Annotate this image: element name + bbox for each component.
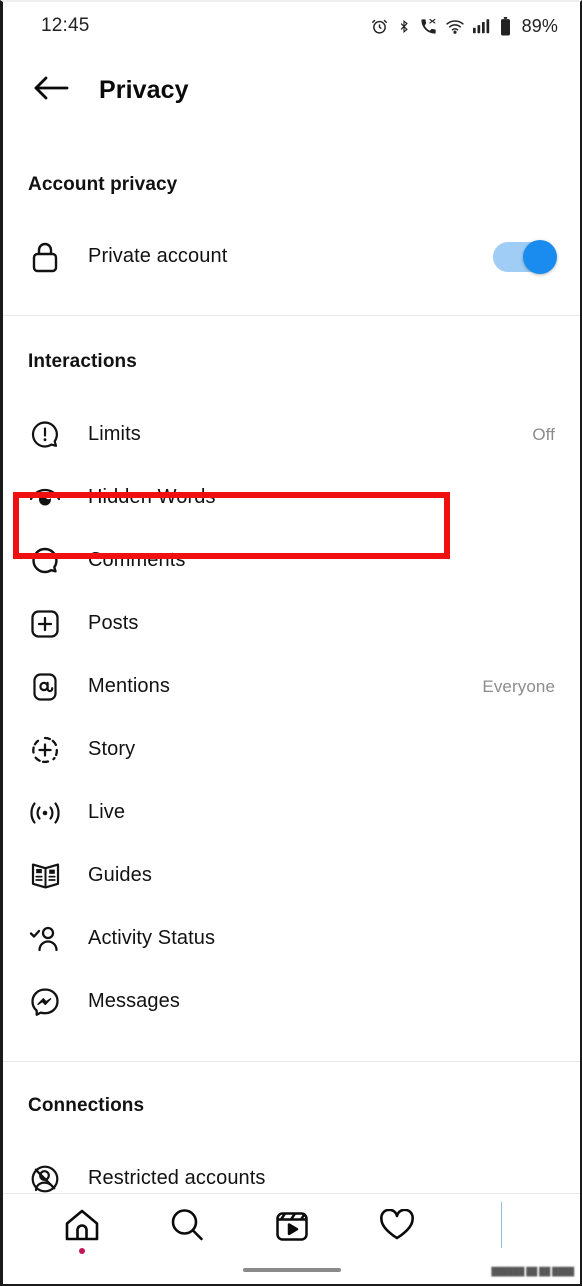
- alarm-icon: [371, 18, 388, 35]
- nav-reels[interactable]: [239, 1194, 344, 1256]
- nav-activity[interactable]: [344, 1194, 449, 1256]
- row-label-live: Live: [88, 801, 126, 823]
- row-comments[interactable]: Comments: [3, 529, 580, 592]
- row-hidden-words[interactable]: Hidden Words: [3, 466, 580, 529]
- bottom-nav-bar: ██████ ██ ██ ████: [3, 1193, 580, 1284]
- row-limits[interactable]: Limits Off: [3, 403, 580, 466]
- activity-status-icon: [28, 922, 62, 956]
- row-private-account[interactable]: Private account: [3, 225, 580, 288]
- row-label-story: Story: [88, 738, 136, 760]
- cellular-signal-icon: [472, 18, 491, 34]
- row-guides[interactable]: Guides: [3, 844, 580, 907]
- at-mention-icon: [28, 670, 62, 704]
- row-value-limits: Off: [532, 424, 555, 444]
- phone-screen: 12:45 89% Privacy Account privacy Privat…: [0, 0, 582, 1286]
- battery-icon: [500, 16, 511, 36]
- row-value-mentions: Everyone: [482, 676, 555, 696]
- row-activity-status[interactable]: Activity Status: [3, 907, 580, 970]
- section-interactions: Interactions Limits Off Hidden Words Com…: [3, 316, 580, 1062]
- section-title-connections: Connections: [28, 1095, 145, 1116]
- guides-book-icon: [28, 859, 62, 893]
- plus-square-icon: [28, 607, 62, 641]
- row-label-activity-status: Activity Status: [88, 927, 216, 949]
- status-clock: 12:45: [41, 15, 90, 36]
- back-arrow-icon: [32, 73, 70, 108]
- story-plus-icon: [28, 733, 62, 767]
- page-header: Privacy: [3, 54, 580, 126]
- live-broadcast-icon: [28, 796, 62, 830]
- bluetooth-icon: [397, 18, 411, 35]
- bottom-nav-items: [3, 1194, 580, 1256]
- row-label-restricted-accounts: Restricted accounts: [88, 1167, 266, 1189]
- row-mentions[interactable]: Mentions Everyone: [3, 655, 580, 718]
- limits-bubble-icon: [28, 418, 62, 452]
- toggle-knob: [523, 239, 557, 274]
- messenger-icon: [28, 985, 62, 1019]
- lock-icon: [28, 240, 62, 274]
- profile-avatar-icon: [501, 1202, 502, 1248]
- call-mute-icon: [420, 18, 437, 35]
- section-title-account-privacy: Account privacy: [28, 174, 178, 195]
- row-posts[interactable]: Posts: [3, 592, 580, 655]
- wifi-icon: [446, 19, 464, 34]
- restricted-account-icon: [28, 1162, 62, 1196]
- screenshot-watermark: ██████ ██ ██ ████: [491, 1267, 574, 1276]
- comment-bubble-icon: [28, 544, 62, 578]
- row-label-comments: Comments: [88, 549, 186, 571]
- status-bar: 12:45 89%: [3, 2, 580, 50]
- section-account-privacy: Account privacy Private account: [3, 130, 580, 316]
- row-label-limits: Limits: [88, 423, 141, 445]
- home-notification-dot: [78, 1248, 85, 1254]
- back-button[interactable]: [23, 73, 79, 108]
- row-live[interactable]: Live: [3, 781, 580, 844]
- status-icon-tray: 89%: [371, 16, 558, 37]
- home-icon: [64, 1208, 100, 1242]
- search-icon: [169, 1207, 205, 1243]
- row-label-messages: Messages: [88, 990, 180, 1012]
- eye-icon: [28, 481, 62, 515]
- nav-profile[interactable]: [449, 1194, 554, 1256]
- settings-list: Account privacy Private account Interact…: [3, 130, 580, 1255]
- nav-home[interactable]: [29, 1194, 134, 1256]
- gesture-home-indicator[interactable]: [242, 1268, 341, 1272]
- nav-search[interactable]: [134, 1194, 239, 1256]
- reels-icon: [275, 1208, 309, 1242]
- row-messages[interactable]: Messages: [3, 970, 580, 1033]
- row-label-posts: Posts: [88, 612, 139, 634]
- row-label-hidden-words: Hidden Words: [88, 486, 216, 508]
- row-label-guides: Guides: [88, 864, 152, 886]
- heart-icon: [379, 1209, 415, 1241]
- row-label-mentions: Mentions: [88, 675, 170, 697]
- row-story[interactable]: Story: [3, 718, 580, 781]
- page-title: Privacy: [99, 75, 189, 104]
- battery-percentage: 89%: [521, 15, 558, 36]
- private-account-toggle[interactable]: [493, 239, 557, 274]
- row-label-private-account: Private account: [88, 245, 228, 267]
- section-title-interactions: Interactions: [28, 351, 137, 372]
